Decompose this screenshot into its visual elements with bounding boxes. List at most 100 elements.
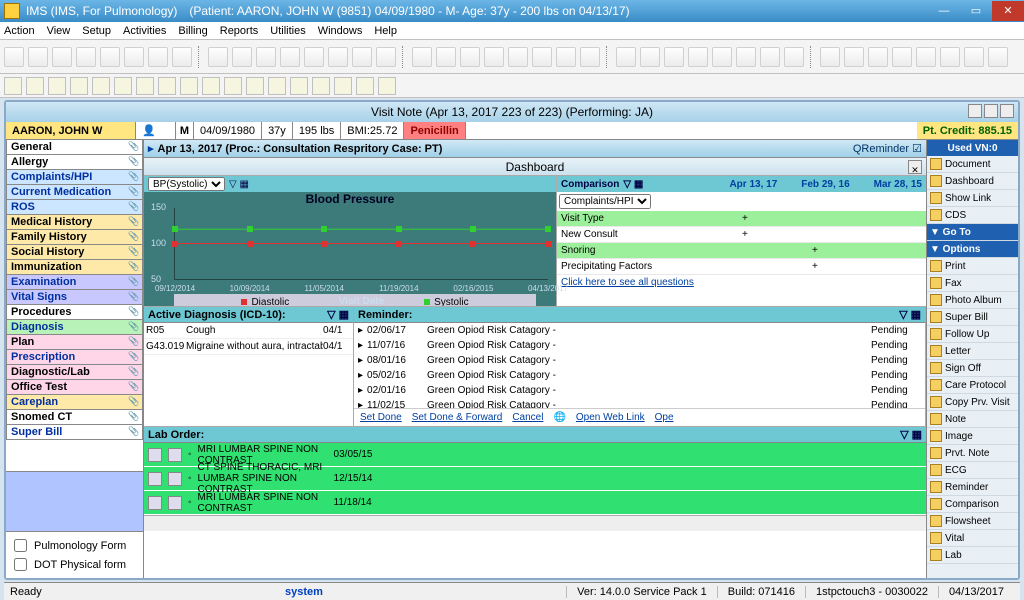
reminder-row[interactable]: ▸11/07/16Green Opiod Risk Catagory -Pend… (354, 338, 925, 353)
nav-allergy[interactable]: Allergy📎 (6, 154, 143, 170)
chart-canvas[interactable]: 1501005009/12/201410/09/201411/05/201411… (174, 208, 548, 280)
expand-icon[interactable]: ▸ (148, 142, 154, 155)
window-close-button[interactable]: ✕ (992, 1, 1024, 21)
toolbar2-button-13[interactable] (290, 77, 308, 95)
toolbar-button-19[interactable] (484, 47, 504, 67)
toolbar2-button-12[interactable] (268, 77, 286, 95)
rnav-lab[interactable]: Lab (927, 547, 1018, 564)
toolbar-button-37[interactable] (940, 47, 960, 67)
toolbar-button-36[interactable] (916, 47, 936, 67)
nav-medical-history[interactable]: Medical History📎 (6, 214, 143, 230)
toolbar2-button-4[interactable] (92, 77, 110, 95)
reminder-row[interactable]: ▸08/01/16Green Opiod Risk Catagory -Pend… (354, 353, 925, 368)
rnav-reminder[interactable]: Reminder (927, 479, 1018, 496)
rnav-document[interactable]: Document (927, 156, 1018, 173)
frame-minimize-button[interactable] (968, 104, 982, 118)
toolbar-button-33[interactable] (844, 47, 864, 67)
toolbar2-button-16[interactable] (356, 77, 374, 95)
rnav-copy-prv-visit[interactable]: Copy Prv. Visit (927, 394, 1018, 411)
menu-billing[interactable]: Billing (178, 25, 207, 37)
rnav-fax[interactable]: Fax (927, 275, 1018, 292)
toolbar-button-29[interactable] (736, 47, 756, 67)
nav-complaints-hpi[interactable]: Complaints/HPI📎 (6, 169, 143, 185)
toolbar-button-20[interactable] (508, 47, 528, 67)
rnav-flowsheet[interactable]: Flowsheet (927, 513, 1018, 530)
form-checkbox[interactable]: Pulmonology Form (10, 536, 139, 555)
toolbar-button-12[interactable] (304, 47, 324, 67)
menu-view[interactable]: View (47, 25, 71, 37)
toolbar-button-3[interactable] (76, 47, 96, 67)
lab-order-row[interactable]: ◦CT SPINE THORACIC, MRI LUMBAR SPINE NON… (144, 467, 926, 491)
toolbar-button-7[interactable] (172, 47, 192, 67)
rnav-care-protocol[interactable]: Care Protocol (927, 377, 1018, 394)
toolbar-button-0[interactable] (4, 47, 24, 67)
menu-windows[interactable]: Windows (318, 25, 363, 37)
toolbar-button-5[interactable] (124, 47, 144, 67)
toolbar2-button-5[interactable] (114, 77, 132, 95)
rnav-super-bill[interactable]: Super Bill (927, 309, 1018, 326)
menu-activities[interactable]: Activities (123, 25, 166, 37)
reminder-row[interactable]: ▸11/02/15Green Opiod Risk Catagory -Pend… (354, 398, 925, 408)
comparison-category-select[interactable]: Complaints/HPI (559, 194, 651, 209)
lab-order-row[interactable]: ◦MRI LUMBAR SPINE NON CONTRAST11/18/14 (144, 491, 926, 515)
rnav-ecg[interactable]: ECG (927, 462, 1018, 479)
rnav-follow-up[interactable]: Follow Up (927, 326, 1018, 343)
rnav-vital[interactable]: Vital (927, 530, 1018, 547)
toolbar2-button-8[interactable] (180, 77, 198, 95)
window-minimize-button[interactable]: — (928, 1, 960, 21)
toolbar-button-17[interactable] (436, 47, 456, 67)
toolbar2-button-6[interactable] (136, 77, 154, 95)
menu-action[interactable]: Action (4, 25, 35, 37)
goto-header[interactable]: ▼ Go To (927, 224, 1018, 241)
toolbar-button-6[interactable] (148, 47, 168, 67)
toolbar-button-30[interactable] (760, 47, 780, 67)
toolbar-button-28[interactable] (712, 47, 732, 67)
nav-ros[interactable]: ROS📎 (6, 199, 143, 215)
toolbar-button-27[interactable] (688, 47, 708, 67)
nav-family-history[interactable]: Family History📎 (6, 229, 143, 245)
toolbar-button-23[interactable] (580, 47, 600, 67)
reminder-row[interactable]: ▸02/01/16Green Opiod Risk Catagory -Pend… (354, 383, 925, 398)
toolbar-button-38[interactable] (964, 47, 984, 67)
rnav-sign-off[interactable]: Sign Off (927, 360, 1018, 377)
comparison-date[interactable]: Mar 28, 15 (874, 179, 922, 190)
toolbar2-button-0[interactable] (4, 77, 22, 95)
chart-series-select[interactable]: BP(Systolic) (148, 177, 225, 191)
toolbar-button-32[interactable] (820, 47, 840, 67)
patient-allergy-alert[interactable]: Penicillin (404, 122, 465, 139)
menu-help[interactable]: Help (374, 25, 397, 37)
toolbar-button-16[interactable] (412, 47, 432, 67)
nav-super-bill[interactable]: Super Bill📎 (6, 424, 143, 440)
reminder-action-link[interactable]: Cancel (512, 412, 543, 423)
nav-careplan[interactable]: Careplan📎 (6, 394, 143, 410)
rnav-dashboard[interactable]: Dashboard (927, 173, 1018, 190)
nav-plan[interactable]: Plan📎 (6, 334, 143, 350)
toolbar-button-22[interactable] (556, 47, 576, 67)
rnav-note[interactable]: Note (927, 411, 1018, 428)
comparison-row[interactable]: Snoring+ (557, 243, 926, 259)
toolbar-button-39[interactable] (988, 47, 1008, 67)
toolbar2-button-9[interactable] (202, 77, 220, 95)
toolbar2-button-3[interactable] (70, 77, 88, 95)
toolbar-button-18[interactable] (460, 47, 480, 67)
toolbar2-button-11[interactable] (246, 77, 264, 95)
nav-immunization[interactable]: Immunization📎 (6, 259, 143, 275)
comparison-date[interactable]: Feb 29, 16 (801, 179, 849, 190)
rnav-cds[interactable]: CDS (927, 207, 1018, 224)
toolbar2-button-17[interactable] (378, 77, 396, 95)
nav-diagnosis[interactable]: Diagnosis📎 (6, 319, 143, 335)
toolbar2-button-2[interactable] (48, 77, 66, 95)
qreminder-link[interactable]: QReminder ☑ (853, 142, 922, 155)
rnav-image[interactable]: Image (927, 428, 1018, 445)
toolbar2-button-10[interactable] (224, 77, 242, 95)
menu-utilities[interactable]: Utilities (270, 25, 305, 37)
toolbar-button-21[interactable] (532, 47, 552, 67)
form-checkbox[interactable]: DOT Physical form (10, 555, 139, 574)
nav-social-history[interactable]: Social History📎 (6, 244, 143, 260)
comparison-row[interactable]: Visit Type+ (557, 211, 926, 227)
toolbar-button-1[interactable] (28, 47, 48, 67)
reminder-action-link[interactable]: Set Done & Forward (412, 412, 503, 423)
comparison-date[interactable]: Apr 13, 17 (729, 179, 777, 190)
comparison-row[interactable]: New Consult+ (557, 227, 926, 243)
nav-office-test[interactable]: Office Test📎 (6, 379, 143, 395)
